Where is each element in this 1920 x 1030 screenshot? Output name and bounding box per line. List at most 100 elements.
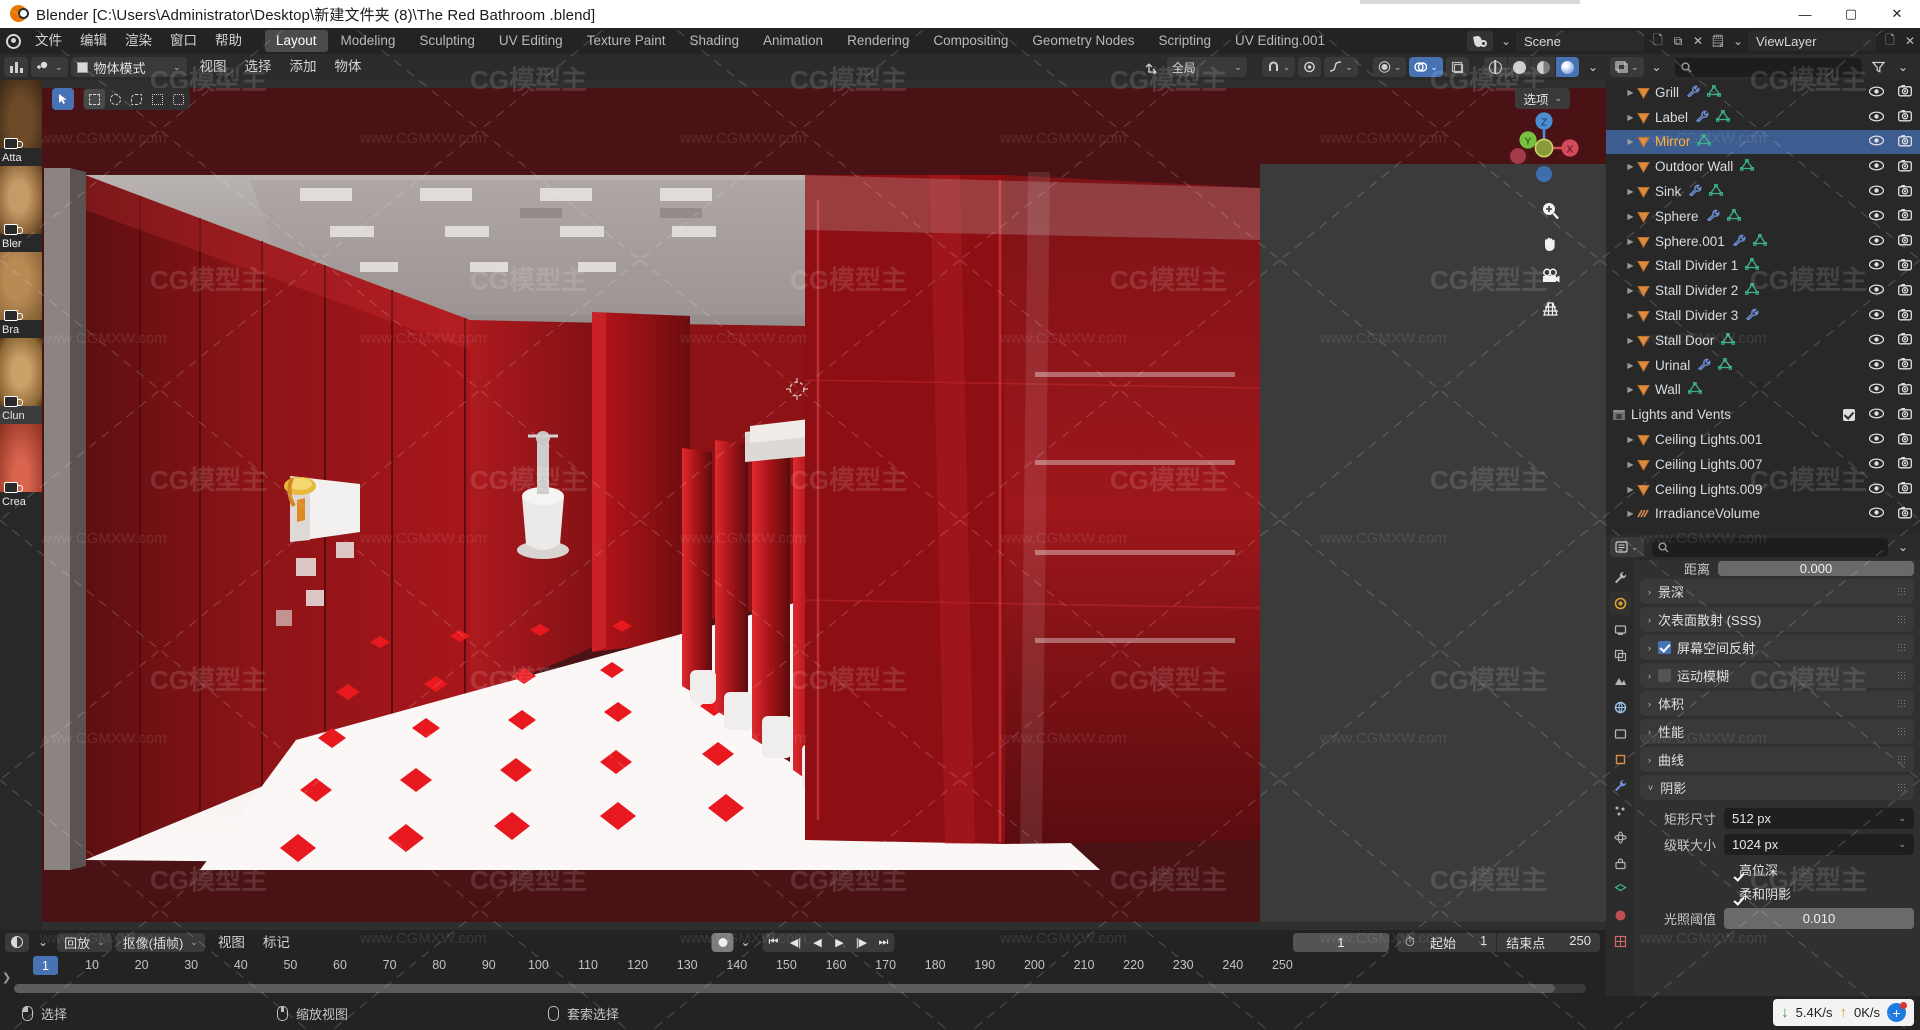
hide-in-viewport-icon[interactable] <box>1868 85 1885 100</box>
hide-in-viewport-icon[interactable] <box>1868 506 1885 521</box>
outliner-filter-icon[interactable] <box>1867 57 1890 77</box>
tab-texture[interactable] <box>1609 930 1631 953</box>
panel-drag-grip[interactable] <box>1897 643 1906 652</box>
menu-0[interactable]: 文件 <box>26 28 71 54</box>
timeline-menu-2[interactable]: 视图 <box>209 933 254 952</box>
mesh-data-icon[interactable] <box>1745 258 1760 273</box>
frame-range-controls[interactable]: 1 ⏱ 起始 1 结束点 250 <box>1292 932 1600 952</box>
disable-in-render-icon[interactable] <box>1898 84 1912 100</box>
playback-transport[interactable]: ⌄ ⏮ ◀| ◀ ▶ |▶ ⏭ <box>711 932 895 952</box>
outliner-object-row[interactable]: ▶ Ceiling Lights.001 <box>1606 427 1920 452</box>
new-viewlayer-icon[interactable]: 🗋 <box>1880 31 1900 51</box>
disable-in-render-icon[interactable] <box>1898 506 1912 522</box>
properties-editor-type-icon[interactable]: ⌄ <box>1610 537 1644 557</box>
outliner-object-row[interactable]: ▶ Stall Door <box>1606 328 1920 353</box>
panel-drag-grip[interactable] <box>1897 587 1906 596</box>
outliner-visibility-icons[interactable] <box>1868 109 1912 125</box>
next-keyframe-button[interactable]: |▶ <box>850 932 873 952</box>
remove-viewlayer-icon[interactable]: ✕ <box>1900 31 1920 51</box>
outliner-collection-row[interactable]: Lights and Vents <box>1606 402 1920 427</box>
asset-shelf-item-3[interactable]: Clun <box>0 338 42 424</box>
hide-in-viewport-icon[interactable] <box>1868 482 1885 497</box>
soft-shadows-row[interactable]: 柔和阴影 <box>1640 883 1914 904</box>
outliner-object-row[interactable]: ▶ Wall <box>1606 378 1920 403</box>
tab-modifiers[interactable] <box>1609 774 1631 797</box>
expand-triangle-icon[interactable]: ▶ <box>1624 162 1637 171</box>
tab-render[interactable] <box>1609 592 1631 615</box>
hide-in-viewport-icon[interactable] <box>1868 382 1885 397</box>
outliner-visibility-icons[interactable] <box>1868 308 1912 324</box>
properties-panel-5[interactable]: › 性能 <box>1640 719 1914 744</box>
asset-shelf[interactable]: Atta Bler Bra Clun Crea <box>0 80 42 930</box>
workspace-tab-animation[interactable]: Animation <box>752 30 834 52</box>
timeline-playhead[interactable]: 1 <box>33 956 58 975</box>
timeline-editor-type-icon[interactable] <box>5 932 29 952</box>
outliner-visibility-icons[interactable] <box>1868 506 1912 522</box>
copy-scene-icon[interactable]: ⧉ <box>1668 31 1688 51</box>
outliner-object-row[interactable]: ▶ Stall Divider 3 <box>1606 303 1920 328</box>
tab-physics[interactable] <box>1609 826 1631 849</box>
expand-triangle-icon[interactable]: ▶ <box>1624 237 1637 246</box>
expand-triangle-icon[interactable]: ▶ <box>1624 460 1637 469</box>
panel-checkbox[interactable] <box>1658 669 1671 682</box>
properties-panel-3[interactable]: › 运动模糊 <box>1640 663 1914 688</box>
outliner-visibility-icons[interactable] <box>1868 382 1912 398</box>
expand-triangle-icon[interactable]: ▶ <box>1624 187 1637 196</box>
new-scene-icon[interactable]: 🗋 <box>1648 31 1668 51</box>
expand-triangle-icon[interactable]: ▶ <box>1624 385 1637 394</box>
viewport-menu-1[interactable]: 选择 <box>236 54 281 80</box>
menu-3[interactable]: 窗口 <box>161 28 206 54</box>
mesh-data-icon[interactable] <box>1745 283 1760 298</box>
timeline-menu-1[interactable]: 抠像(插帧) ⌄ <box>115 932 205 952</box>
outliner-visibility-icons[interactable] <box>1868 134 1912 150</box>
timeline-menu-3[interactable]: 标记 <box>254 933 299 952</box>
properties-panel-0[interactable]: › 景深 <box>1640 579 1914 604</box>
disable-in-render-icon[interactable] <box>1898 258 1912 274</box>
snap-magnet-icon[interactable]: ⌄ <box>1261 57 1296 77</box>
tab-data[interactable] <box>1609 878 1631 901</box>
hide-in-viewport-icon[interactable] <box>1868 308 1885 323</box>
workspace-tab-sculpting[interactable]: Sculpting <box>408 30 486 52</box>
timeline-ruler[interactable]: 1 10 20 30 40 50 60 70 80 90 100 110 120 130 140 150 16… <box>0 954 1606 980</box>
select-circle-icon[interactable] <box>105 89 126 109</box>
disable-in-render-icon[interactable] <box>1898 109 1912 125</box>
properties-editor[interactable]: ⌄ ⌄ 距离 0.000 › 景深 › 次表面散射 (SSS) › 屏幕空间反射… <box>1606 534 1920 996</box>
modifier-icon[interactable] <box>1732 234 1746 249</box>
transform-orientation-selector[interactable]: 全局 ⌄ <box>1166 57 1247 77</box>
disable-in-render-icon[interactable] <box>1898 233 1912 249</box>
shading-mode-group[interactable] <box>1483 57 1579 77</box>
tab-particles[interactable] <box>1609 800 1631 823</box>
outliner-object-row[interactable]: ▶ Outdoor Wall <box>1606 154 1920 179</box>
scene-chevron-down-icon[interactable]: ⌄ <box>1496 31 1516 51</box>
mode-icon[interactable]: ⌄ <box>31 57 68 77</box>
disable-in-render-icon[interactable] <box>1898 283 1912 299</box>
close-button[interactable]: ✕ <box>1874 0 1920 28</box>
properties-panel-body[interactable]: 距离 0.000 › 景深 › 次表面散射 (SSS) › 屏幕空间反射 › 运动模糊 › 体积 ›… <box>1634 560 1920 996</box>
current-frame-field[interactable]: 1 <box>1292 932 1389 952</box>
hide-in-viewport-icon[interactable] <box>1868 134 1885 149</box>
menu-4[interactable]: 帮助 <box>206 28 251 54</box>
hide-in-viewport-icon[interactable] <box>1868 258 1885 273</box>
properties-panel-7[interactable]: ˅ 阴影 <box>1640 775 1914 800</box>
modifier-icon[interactable] <box>1745 308 1759 323</box>
outliner-object-row[interactable]: ▶ Stall Divider 1 <box>1606 254 1920 279</box>
hide-in-viewport-icon[interactable] <box>1868 333 1885 348</box>
expand-triangle-icon[interactable]: ▶ <box>1624 113 1637 122</box>
panel-drag-grip[interactable] <box>1897 671 1906 680</box>
workspace-tab-layout[interactable]: Layout <box>265 30 328 52</box>
jump-to-end-button[interactable]: ⏭ <box>872 932 895 952</box>
disable-in-render-icon[interactable] <box>1898 357 1912 373</box>
workspace-tab-uv-editing[interactable]: UV Editing <box>488 30 574 52</box>
outliner-filter-chevron-down-icon[interactable]: ⌄ <box>1893 57 1913 77</box>
menu-1[interactable]: 编辑 <box>71 28 116 54</box>
viewlayer-chevron-down-icon[interactable]: ⌄ <box>1728 31 1748 51</box>
outliner-object-row[interactable]: ▶ Label <box>1606 105 1920 130</box>
disable-in-render-icon[interactable] <box>1898 159 1912 175</box>
select-lasso-icon[interactable] <box>126 89 147 109</box>
timeline-expand-icon[interactable]: ❯ <box>2 971 11 984</box>
outliner-visibility-icons[interactable] <box>1868 159 1912 175</box>
timeline-editor-chevron-down-icon[interactable]: ⌄ <box>33 932 53 952</box>
disable-in-render-icon[interactable] <box>1898 481 1912 497</box>
transform-pivot-icon[interactable] <box>1140 57 1164 77</box>
modifier-icon[interactable] <box>1686 85 1700 100</box>
